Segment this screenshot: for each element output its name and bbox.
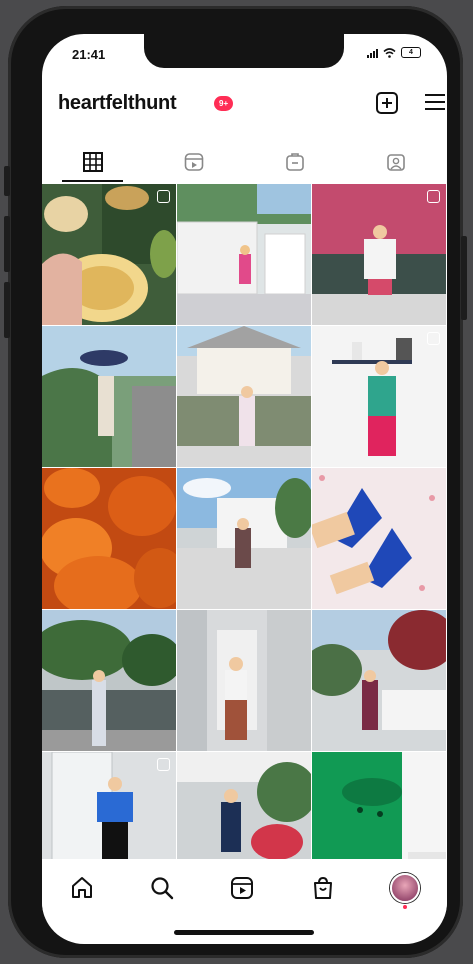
profile-tabs xyxy=(42,142,447,182)
profile-username[interactable]: heartfelthunt xyxy=(58,92,177,115)
post-thumbnail[interactable] xyxy=(42,184,176,325)
tab-posts-grid[interactable] xyxy=(42,142,143,182)
tab-guides[interactable] xyxy=(245,142,346,182)
nav-profile-avatar[interactable] xyxy=(389,873,420,909)
tagged-icon xyxy=(387,154,406,171)
reel-indicator-icon xyxy=(157,190,170,203)
create-post-button[interactable] xyxy=(376,92,398,114)
post-image xyxy=(312,610,446,751)
post-image xyxy=(312,468,446,609)
post-thumbnail[interactable] xyxy=(42,610,176,751)
nav-shop[interactable] xyxy=(310,875,336,901)
post-image xyxy=(42,468,176,609)
post-thumbnail[interactable] xyxy=(312,468,446,609)
notification-badge[interactable]: 9+ xyxy=(214,96,234,111)
post-grid xyxy=(42,184,447,893)
post-image xyxy=(42,610,176,751)
post-image xyxy=(312,326,446,467)
post-image xyxy=(177,326,311,467)
menu-button[interactable] xyxy=(425,94,445,112)
post-thumbnail[interactable] xyxy=(42,326,176,467)
post-thumbnail[interactable] xyxy=(312,184,446,325)
post-image xyxy=(42,184,176,325)
status-icons: 4 xyxy=(367,47,421,58)
post-thumbnail[interactable] xyxy=(177,610,311,751)
search-icon xyxy=(151,877,174,900)
volume-down-button xyxy=(4,282,10,338)
grid-icon xyxy=(82,152,103,172)
post-thumbnail[interactable] xyxy=(177,468,311,609)
profile-header: heartfelthunt 9+ xyxy=(42,86,447,126)
post-image xyxy=(177,184,311,325)
notch xyxy=(144,34,344,68)
profile-notification-dot xyxy=(402,905,407,909)
guides-icon xyxy=(286,153,304,171)
home-icon xyxy=(72,877,93,898)
post-thumbnail[interactable] xyxy=(312,326,446,467)
battery-icon: 4 xyxy=(401,47,421,58)
post-image xyxy=(312,184,446,325)
post-image xyxy=(42,326,176,467)
status-time: 21:41 xyxy=(72,47,106,62)
volume-up-button xyxy=(4,216,10,272)
wifi-icon xyxy=(383,47,396,58)
tab-tagged[interactable] xyxy=(346,142,447,182)
nav-home[interactable] xyxy=(69,875,95,901)
screen: 21:41 4 heartfelthunt 9+ xyxy=(42,34,447,944)
nav-reels[interactable] xyxy=(229,875,255,901)
reel-indicator-icon xyxy=(427,332,440,345)
reels-icon xyxy=(184,153,204,171)
nav-search[interactable] xyxy=(149,875,175,901)
post-thumbnail[interactable] xyxy=(42,468,176,609)
post-image xyxy=(177,610,311,751)
phone-frame: 21:41 4 heartfelthunt 9+ xyxy=(4,6,467,958)
post-thumbnail[interactable] xyxy=(312,610,446,751)
post-image xyxy=(177,468,311,609)
shop-icon xyxy=(313,876,332,899)
bottom-navigation xyxy=(42,859,447,917)
mute-switch xyxy=(4,166,10,196)
home-indicator[interactable] xyxy=(174,930,314,935)
tab-reels[interactable] xyxy=(143,142,244,182)
cellular-signal-icon xyxy=(367,48,378,58)
power-button xyxy=(461,236,467,320)
reels-icon xyxy=(231,877,254,899)
reel-indicator-icon xyxy=(427,190,440,203)
post-thumbnail[interactable] xyxy=(177,326,311,467)
reel-indicator-icon xyxy=(157,758,170,771)
post-thumbnail[interactable] xyxy=(177,184,311,325)
